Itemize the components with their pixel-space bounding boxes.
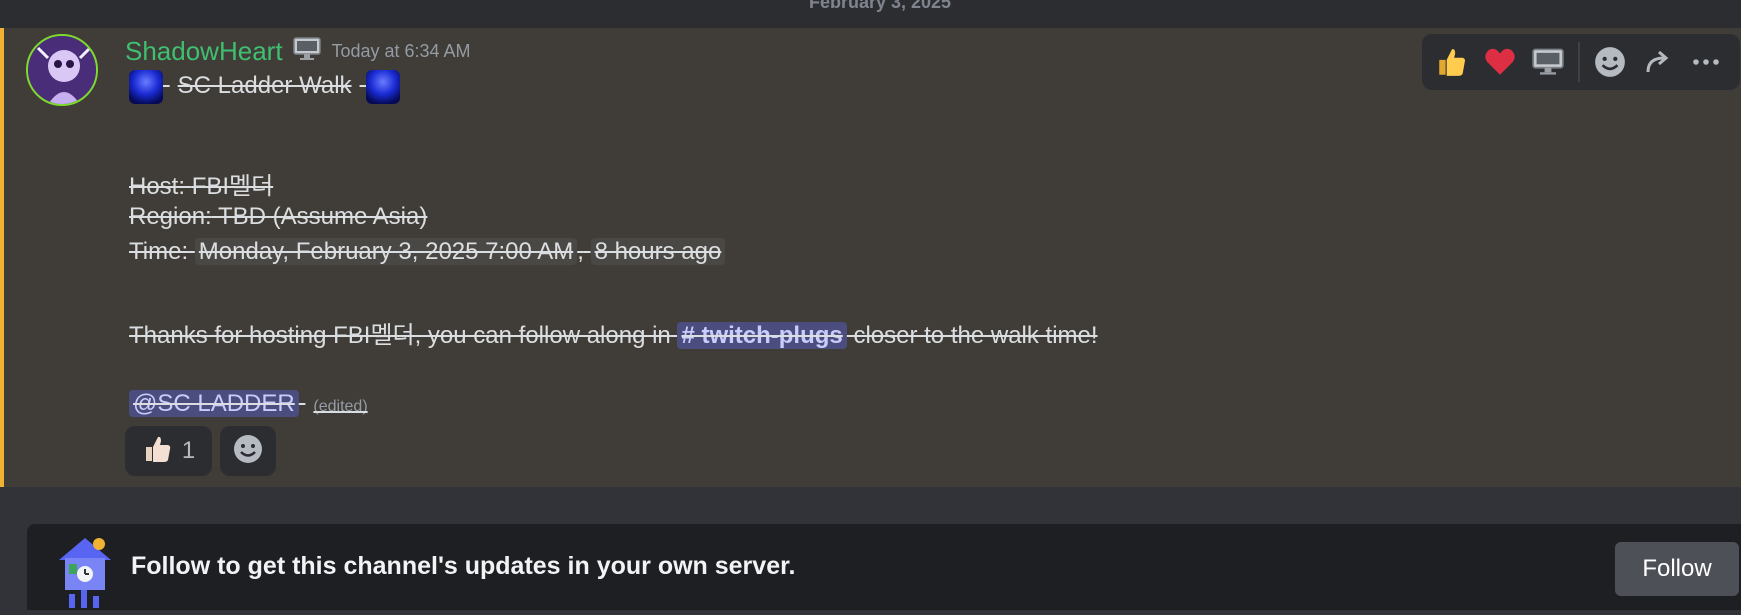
- avatar[interactable]: [26, 34, 98, 106]
- region-line: Region: TBD (Assume Asia): [129, 203, 427, 231]
- host-line: Host: FBI멜더: [129, 166, 273, 201]
- toolbar-separator: [1578, 42, 1580, 82]
- region-value: TBD (Assume Asia): [217, 203, 428, 230]
- message-toolbar: [1422, 34, 1740, 90]
- police-light-icon: [366, 70, 401, 104]
- police-light-icon: [129, 70, 163, 104]
- follow-button[interactable]: Follow: [1615, 542, 1739, 596]
- edited-label: (edited): [313, 398, 368, 415]
- message-timestamp[interactable]: Today at 6:34 AM: [331, 41, 470, 61]
- role-mention[interactable]: @SC LADDER: [129, 390, 299, 417]
- reaction-thumbs-up[interactable]: 1: [125, 426, 212, 476]
- host-value: FBI멜더: [191, 173, 274, 200]
- heart-icon[interactable]: [1476, 38, 1524, 86]
- monitor-icon: [293, 37, 321, 66]
- monitor-icon[interactable]: [1524, 38, 1572, 86]
- add-reaction-icon: [232, 433, 264, 470]
- message-title: SC Ladder Walk: [177, 72, 352, 100]
- date-divider: February 3, 2025: [0, 0, 1741, 28]
- time-label: Time:: [129, 238, 189, 265]
- time-separator: ,: [577, 238, 584, 265]
- cuckoo-clock-icon: [55, 534, 115, 610]
- reply-arrow-icon[interactable]: [1634, 38, 1682, 86]
- add-reaction-button[interactable]: [220, 426, 276, 476]
- message: ShadowHeart Today at 6:34 AM SC Ladder W…: [0, 28, 1741, 487]
- message-header: ShadowHeart Today at 6:34 AM: [125, 36, 471, 67]
- username[interactable]: ShadowHeart: [125, 36, 283, 66]
- thanks-prefix: Thanks for hosting FBI멜더, you can follow…: [129, 322, 671, 349]
- time-relative[interactable]: 8 hours ago: [590, 238, 726, 265]
- time-line: Time: Monday, February 3, 2025 7:00 AM, …: [129, 238, 726, 266]
- host-label: Host:: [129, 173, 186, 200]
- follow-prompt-text: Follow to get this channel's updates in …: [131, 552, 796, 580]
- region-label: Region:: [129, 203, 212, 230]
- thanks-suffix: closer to the walk time!: [853, 322, 1098, 349]
- time-value[interactable]: Monday, February 3, 2025 7:00 AM: [194, 238, 578, 265]
- add-reaction-icon[interactable]: [1586, 38, 1634, 86]
- channel-mention[interactable]: # twitch-plugs: [677, 322, 847, 349]
- thanks-line: Thanks for hosting FBI멜더, you can follow…: [129, 315, 1098, 350]
- thumbs-up-icon: [142, 433, 174, 470]
- message-title-line: SC Ladder Walk: [129, 70, 401, 104]
- date-divider-label: February 3, 2025: [808, 0, 952, 12]
- more-icon[interactable]: [1682, 38, 1730, 86]
- follow-channel-bar: Follow to get this channel's updates in …: [27, 524, 1741, 610]
- thumbs-up-icon[interactable]: [1428, 38, 1476, 86]
- role-line: @SC LADDER (edited): [129, 390, 368, 418]
- reaction-count: 1: [181, 437, 196, 464]
